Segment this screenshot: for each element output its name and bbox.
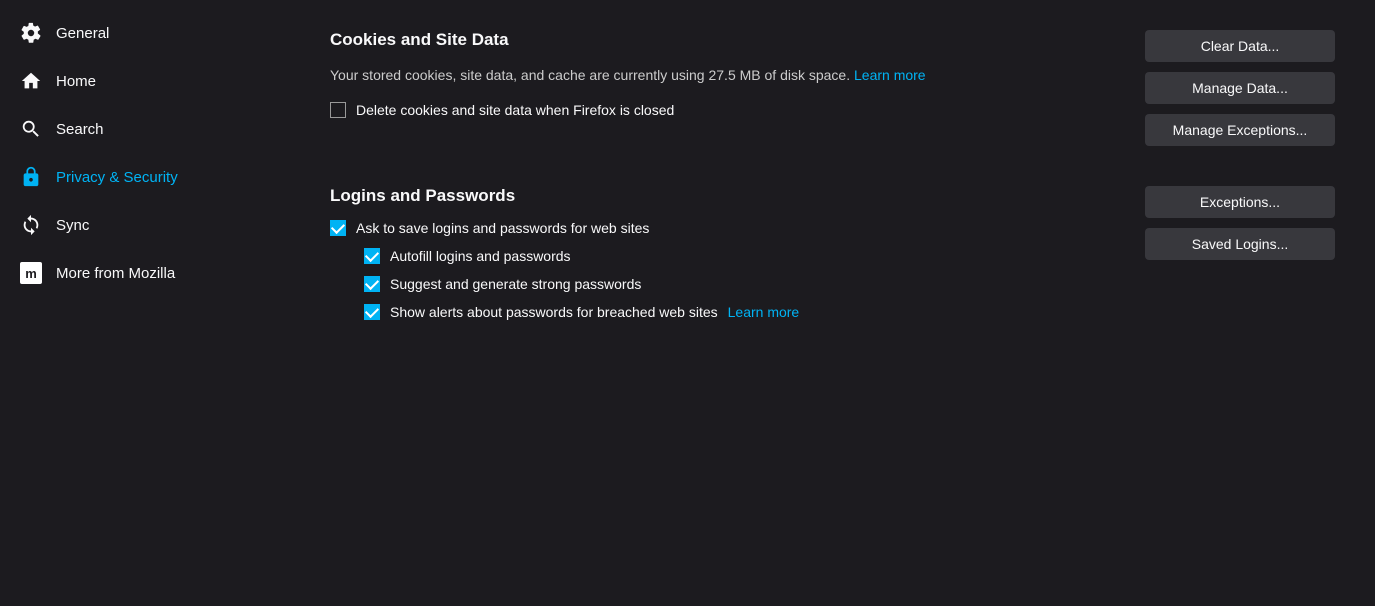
- autofill-checkbox[interactable]: [364, 248, 380, 264]
- sidebar-item-mozilla-label: More from Mozilla: [56, 265, 175, 282]
- cookies-left: Cookies and Site Data Your stored cookie…: [330, 30, 1115, 130]
- sidebar-item-privacy-security[interactable]: Privacy & Security: [0, 154, 290, 200]
- logins-buttons: Exceptions... Saved Logins...: [1145, 186, 1335, 260]
- sidebar-item-sync[interactable]: Sync: [0, 202, 290, 248]
- manage-data-button[interactable]: Manage Data...: [1145, 72, 1335, 104]
- home-icon: [20, 70, 42, 92]
- delete-cookies-checkbox[interactable]: [330, 102, 346, 118]
- sync-icon: [20, 214, 42, 236]
- autofill-checkbox-row: Autofill logins and passwords: [364, 248, 1115, 264]
- delete-cookies-label: Delete cookies and site data when Firefo…: [356, 102, 674, 118]
- sidebar-item-home[interactable]: Home: [0, 58, 290, 104]
- lock-icon: [20, 166, 42, 188]
- cookies-buttons: Clear Data... Manage Data... Manage Exce…: [1145, 30, 1335, 146]
- logins-section: Logins and Passwords Ask to save logins …: [330, 186, 1335, 332]
- sidebar-item-home-label: Home: [56, 73, 96, 90]
- main-content: Cookies and Site Data Your stored cookie…: [290, 0, 1375, 606]
- logins-title: Logins and Passwords: [330, 186, 1115, 206]
- logins-left: Logins and Passwords Ask to save logins …: [330, 186, 1115, 332]
- cookies-title: Cookies and Site Data: [330, 30, 1115, 50]
- sidebar-item-mozilla[interactable]: m More from Mozilla: [0, 250, 290, 296]
- ask-save-label: Ask to save logins and passwords for web…: [356, 220, 649, 236]
- cookies-section: Cookies and Site Data Your stored cookie…: [330, 30, 1335, 146]
- cookies-desc: Your stored cookies, site data, and cach…: [330, 64, 1115, 86]
- autofill-label: Autofill logins and passwords: [390, 248, 571, 264]
- logins-learn-more-link[interactable]: Learn more: [728, 304, 800, 320]
- show-alerts-checkbox-row: Show alerts about passwords for breached…: [364, 304, 1115, 320]
- manage-exceptions-button[interactable]: Manage Exceptions...: [1145, 114, 1335, 146]
- gear-icon: [20, 22, 42, 44]
- mozilla-icon: m: [20, 262, 42, 284]
- sidebar-item-search[interactable]: Search: [0, 106, 290, 152]
- sidebar-item-search-label: Search: [56, 121, 104, 138]
- ask-save-checkbox[interactable]: [330, 220, 346, 236]
- search-icon: [20, 118, 42, 140]
- delete-cookies-checkbox-row: Delete cookies and site data when Firefo…: [330, 102, 1115, 118]
- saved-logins-button[interactable]: Saved Logins...: [1145, 228, 1335, 260]
- suggest-strong-label: Suggest and generate strong passwords: [390, 276, 641, 292]
- show-alerts-checkbox[interactable]: [364, 304, 380, 320]
- cookies-learn-more-link[interactable]: Learn more: [854, 67, 926, 83]
- sidebar-item-privacy-label: Privacy & Security: [56, 169, 178, 186]
- sidebar-item-sync-label: Sync: [56, 217, 89, 234]
- show-alerts-label: Show alerts about passwords for breached…: [390, 304, 718, 320]
- exceptions-button[interactable]: Exceptions...: [1145, 186, 1335, 218]
- suggest-strong-checkbox-row: Suggest and generate strong passwords: [364, 276, 1115, 292]
- sidebar: General Home Search Privacy & Security: [0, 0, 290, 606]
- sidebar-item-general-label: General: [56, 25, 109, 42]
- suggest-strong-checkbox[interactable]: [364, 276, 380, 292]
- clear-data-button[interactable]: Clear Data...: [1145, 30, 1335, 62]
- ask-save-checkbox-row: Ask to save logins and passwords for web…: [330, 220, 1115, 236]
- sidebar-item-general[interactable]: General: [0, 10, 290, 56]
